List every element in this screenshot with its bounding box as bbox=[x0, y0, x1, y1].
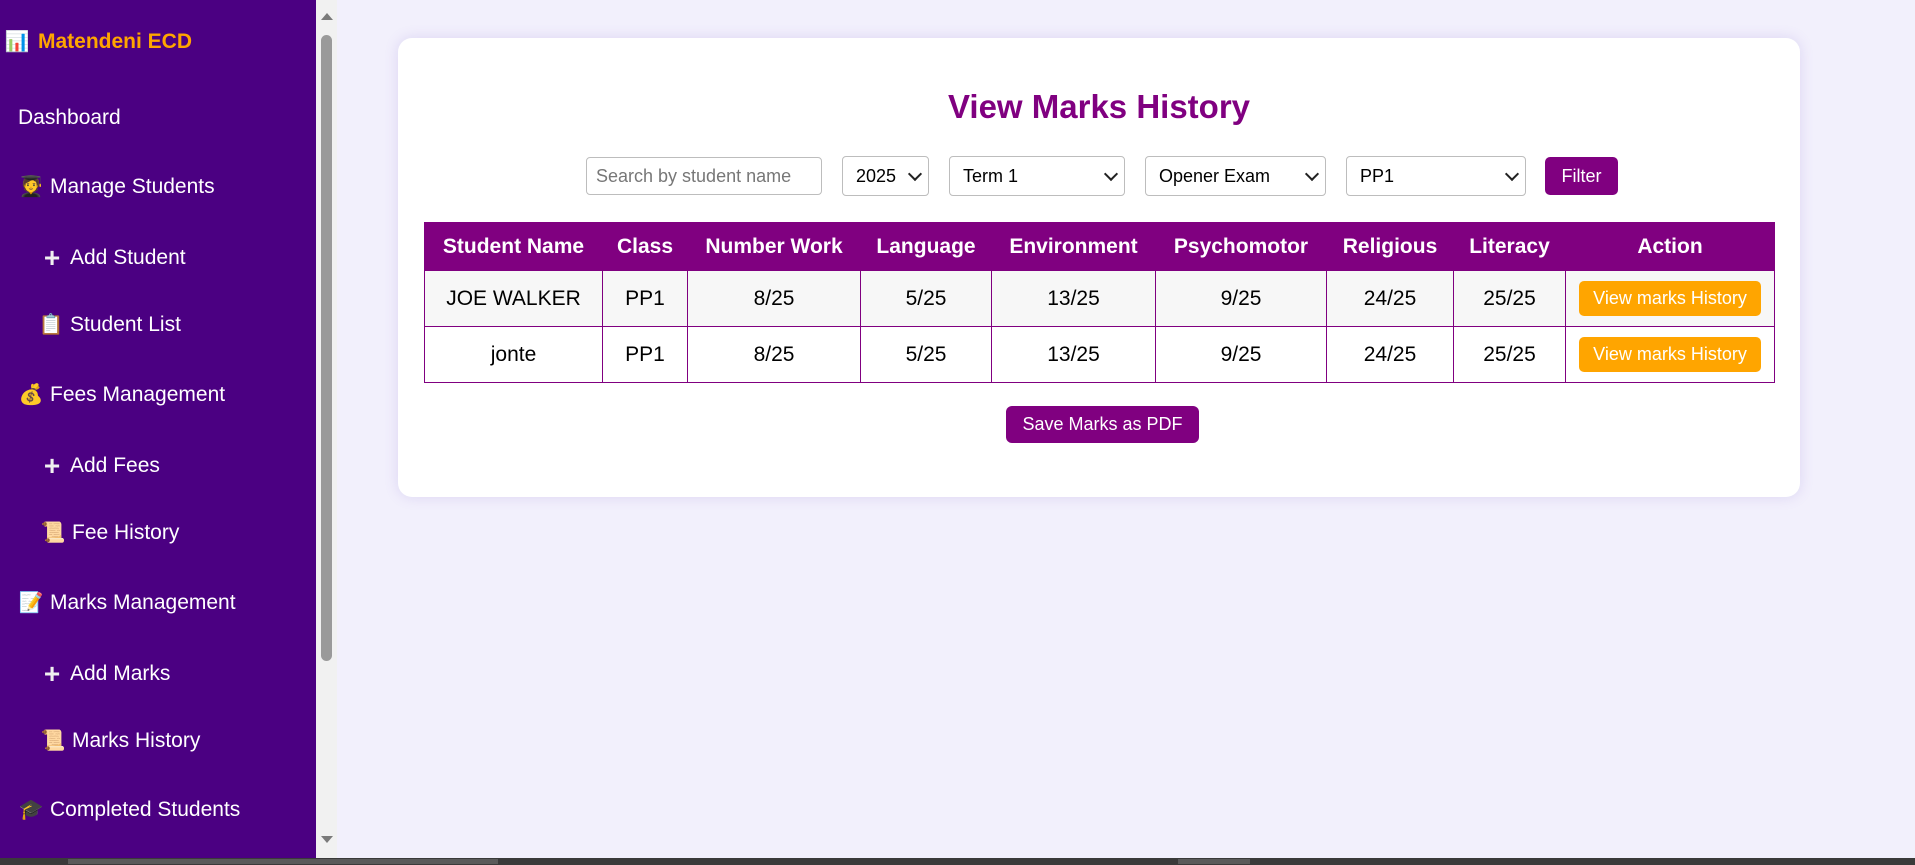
psychomotor-cell: 9/25 bbox=[1155, 270, 1327, 327]
table-row: jonte PP1 8/25 5/25 13/25 9/25 24/25 25/… bbox=[424, 326, 1775, 383]
column-header: Language bbox=[860, 222, 992, 271]
sidebar-item-label: Dashboard bbox=[18, 106, 121, 129]
taskbar-segment bbox=[68, 859, 498, 864]
number-work-cell: 8/25 bbox=[687, 326, 861, 383]
sidebar-item-add-marks[interactable]: + Add Marks bbox=[40, 658, 171, 689]
plus-icon: + bbox=[43, 450, 61, 481]
literacy-cell: 25/25 bbox=[1453, 326, 1566, 383]
class-cell: PP1 bbox=[602, 326, 688, 383]
table-header-row: Student Name Class Number Work Language … bbox=[424, 222, 1775, 271]
term-select[interactable]: Term 1 bbox=[949, 156, 1125, 196]
column-header: Literacy bbox=[1453, 222, 1566, 271]
scroll-down-icon[interactable] bbox=[321, 836, 333, 843]
student-icon: 🧑‍🎓 bbox=[18, 176, 44, 198]
number-work-cell: 8/25 bbox=[687, 270, 861, 327]
marks-history-card: View Marks History 2025 Term 1 Opener Ex… bbox=[398, 38, 1800, 497]
environment-cell: 13/25 bbox=[991, 270, 1156, 327]
search-input[interactable] bbox=[586, 157, 822, 195]
column-header: Religious bbox=[1326, 222, 1454, 271]
marks-table: Student Name Class Number Work Language … bbox=[424, 222, 1775, 383]
column-header: Psychomotor bbox=[1155, 222, 1327, 271]
scroll-up-icon[interactable] bbox=[321, 13, 333, 20]
sidebar-item-label: Completed Students bbox=[50, 798, 241, 821]
religious-cell: 24/25 bbox=[1326, 326, 1454, 383]
sidebar-item-marks-history[interactable]: 📜 Marks History bbox=[40, 729, 201, 753]
exam-select-value: Opener Exam bbox=[1159, 165, 1271, 186]
chevron-down-icon bbox=[1304, 166, 1320, 181]
sidebar-item-label: Manage Students bbox=[50, 175, 215, 198]
column-header: Number Work bbox=[687, 222, 861, 271]
clipboard-icon: 📋 bbox=[38, 314, 64, 336]
literacy-cell: 25/25 bbox=[1453, 270, 1566, 327]
year-select-value: 2025 bbox=[856, 165, 897, 186]
column-header: Environment bbox=[991, 222, 1156, 271]
graduation-cap-icon: 🎓 bbox=[18, 799, 44, 821]
chevron-down-icon bbox=[907, 166, 923, 181]
plus-icon: + bbox=[43, 658, 61, 689]
sidebar: 📊 Matendeni ECD Dashboard 🧑‍🎓 Manage Stu… bbox=[0, 0, 316, 858]
language-cell: 5/25 bbox=[860, 326, 992, 383]
bar-chart-icon: 📊 bbox=[4, 31, 30, 53]
sidebar-item-student-list[interactable]: 📋 Student List bbox=[38, 313, 181, 337]
class-cell: PP1 bbox=[602, 270, 688, 327]
chevron-down-icon bbox=[1103, 166, 1119, 181]
table-row: JOE WALKER PP1 8/25 5/25 13/25 9/25 24/2… bbox=[424, 270, 1775, 327]
taskbar-strip bbox=[0, 858, 1915, 865]
page-title: View Marks History bbox=[947, 88, 1251, 125]
sidebar-item-label: Add Fees bbox=[70, 454, 160, 477]
exam-select[interactable]: Opener Exam bbox=[1145, 156, 1326, 196]
class-select[interactable]: PP1 bbox=[1346, 156, 1526, 196]
sidebar-item-label: Fees Management bbox=[50, 383, 226, 406]
sidebar-item-add-fees[interactable]: + Add Fees bbox=[40, 452, 160, 480]
sidebar-item-manage-students[interactable]: 🧑‍🎓 Manage Students bbox=[18, 175, 215, 199]
sidebar-item-label: Marks Management bbox=[50, 591, 236, 614]
plus-icon: + bbox=[43, 242, 61, 273]
sidebar-scrollbar[interactable] bbox=[316, 0, 337, 858]
sidebar-item-fees-management[interactable]: 💰 Fees Management bbox=[18, 383, 226, 407]
term-select-value: Term 1 bbox=[963, 165, 1019, 186]
year-select[interactable]: 2025 bbox=[842, 156, 929, 196]
filter-button[interactable]: Filter bbox=[1545, 157, 1618, 195]
religious-cell: 24/25 bbox=[1326, 270, 1454, 327]
sidebar-item-label: Add Student bbox=[70, 246, 186, 269]
filter-bar: 2025 Term 1 Opener Exam PP1 Filter bbox=[586, 156, 1618, 196]
sidebar-item-dashboard[interactable]: Dashboard bbox=[18, 106, 121, 130]
view-marks-history-button[interactable]: View marks History bbox=[1579, 337, 1761, 372]
taskbar-segment bbox=[1178, 859, 1250, 864]
student-name-cell: jonte bbox=[424, 326, 603, 383]
sidebar-item-add-student[interactable]: + Add Student bbox=[40, 244, 186, 272]
student-name-cell: JOE WALKER bbox=[424, 270, 603, 327]
sidebar-item-fee-history[interactable]: 📜 Fee History bbox=[40, 521, 180, 545]
scroll-thumb[interactable] bbox=[321, 35, 332, 661]
class-select-value: PP1 bbox=[1360, 165, 1395, 186]
psychomotor-cell: 9/25 bbox=[1155, 326, 1327, 383]
column-header: Action bbox=[1565, 222, 1775, 271]
language-cell: 5/25 bbox=[860, 270, 992, 327]
sidebar-item-completed-students[interactable]: 🎓 Completed Students bbox=[18, 798, 241, 822]
scroll-icon: 📜 bbox=[40, 730, 66, 752]
column-header: Class bbox=[602, 222, 688, 271]
sidebar-item-label: Marks History bbox=[72, 729, 201, 752]
sidebar-item-label: Student List bbox=[70, 313, 181, 336]
app-window: 📊 Matendeni ECD Dashboard 🧑‍🎓 Manage Stu… bbox=[0, 0, 1902, 858]
action-cell: View marks History bbox=[1565, 326, 1775, 383]
environment-cell: 13/25 bbox=[991, 326, 1156, 383]
money-bag-icon: 💰 bbox=[18, 384, 44, 406]
sidebar-item-marks-management[interactable]: 📝 Marks Management bbox=[18, 591, 236, 615]
sidebar-item-label: Fee History bbox=[72, 521, 180, 544]
scroll-icon: 📜 bbox=[40, 522, 66, 544]
view-marks-history-button[interactable]: View marks History bbox=[1579, 281, 1761, 316]
brand[interactable]: 📊 Matendeni ECD bbox=[4, 30, 192, 54]
sidebar-item-label: Add Marks bbox=[70, 662, 171, 685]
chevron-down-icon bbox=[1504, 166, 1520, 181]
memo-icon: 📝 bbox=[18, 592, 44, 614]
action-cell: View marks History bbox=[1565, 270, 1775, 327]
column-header: Student Name bbox=[424, 222, 603, 271]
brand-label: Matendeni ECD bbox=[38, 30, 193, 53]
save-pdf-button[interactable]: Save Marks as PDF bbox=[1006, 406, 1199, 443]
window-edge bbox=[1902, 0, 1915, 865]
